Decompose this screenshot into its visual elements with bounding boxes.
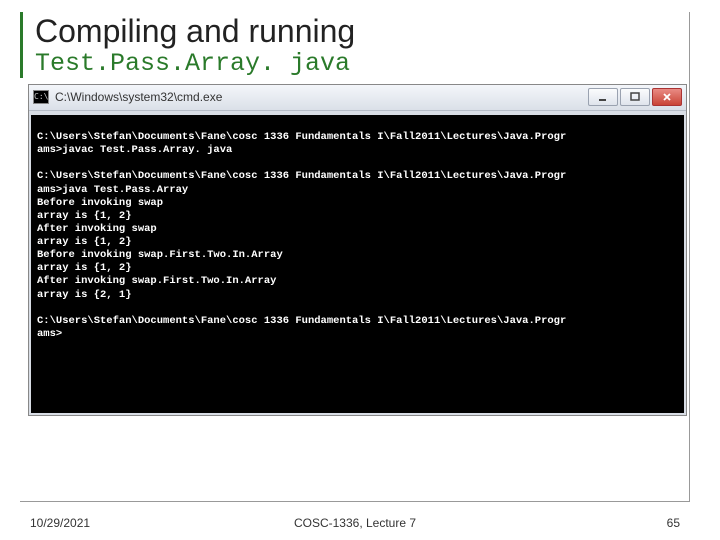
title-block: Compiling and running Test.Pass.Array. j…: [20, 12, 689, 78]
cmd-icon: C:\: [33, 90, 49, 104]
footer-center: COSC-1336, Lecture 7: [30, 516, 680, 530]
cmd-window-title: C:\Windows\system32\cmd.exe: [55, 90, 582, 104]
maximize-button[interactable]: [620, 88, 650, 106]
maximize-icon: [630, 92, 640, 102]
minimize-icon: [598, 92, 608, 102]
slide-frame: Compiling and running Test.Pass.Array. j…: [20, 12, 690, 502]
minimize-button[interactable]: [588, 88, 618, 106]
close-button[interactable]: [652, 88, 682, 106]
slide-footer: 10/29/2021 COSC-1336, Lecture 7 65: [30, 516, 680, 530]
window-controls: [588, 88, 682, 106]
slide-subtitle: Test.Pass.Array. java: [35, 50, 689, 78]
cmd-titlebar: C:\ C:\Windows\system32\cmd.exe: [29, 85, 686, 111]
close-icon: [662, 92, 672, 102]
cmd-window: C:\ C:\Windows\system32\cmd.exe C:\Users…: [28, 84, 687, 416]
cmd-output: C:\Users\Stefan\Documents\Fane\cosc 1336…: [29, 111, 686, 415]
slide-title: Compiling and running: [35, 12, 689, 50]
